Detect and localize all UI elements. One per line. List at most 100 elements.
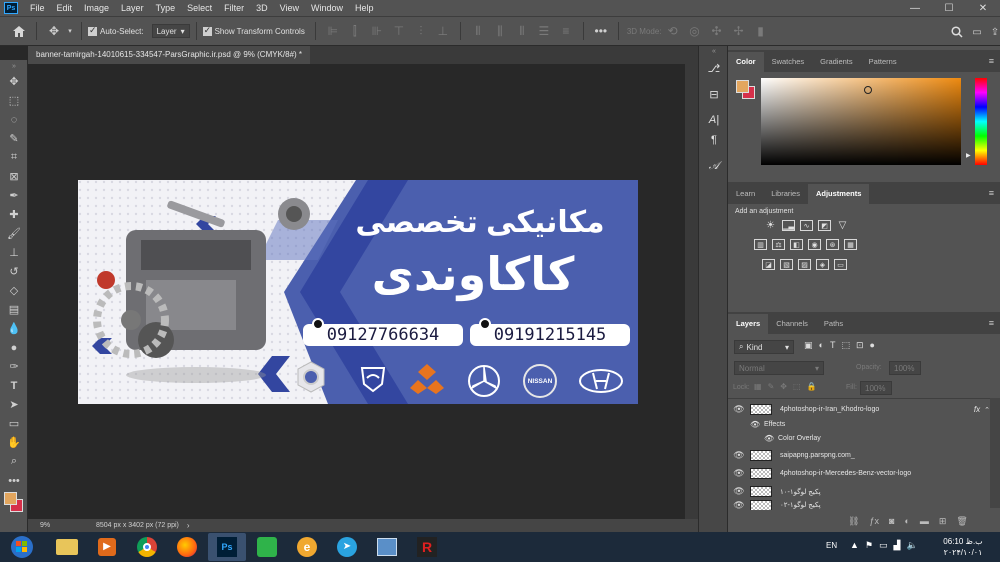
move-tool-icon[interactable]: ✥ xyxy=(0,72,28,91)
gradient-map-icon[interactable]: ▭ xyxy=(834,259,847,270)
lock-image-icon[interactable]: ✎ xyxy=(768,382,775,391)
align-left-icon[interactable]: ⊫ xyxy=(322,20,344,42)
language-indicator[interactable]: EN xyxy=(826,541,837,550)
color-balance-icon[interactable]: ⚖ xyxy=(772,239,785,250)
lasso-tool-icon[interactable]: ◌ xyxy=(0,110,28,129)
layer-name[interactable]: saipapng.parspng.com_ xyxy=(780,452,855,459)
start-button[interactable] xyxy=(4,533,40,561)
threshold-icon[interactable]: ▨ xyxy=(798,259,811,270)
3d-orbit-icon[interactable]: ⟲ xyxy=(662,20,684,42)
layers-scrollbar[interactable] xyxy=(990,398,1000,508)
layer-row[interactable]: 👁 پکیج لوگو۱-۰۲ xyxy=(728,500,990,510)
visibility-eye-icon[interactable]: 👁 xyxy=(728,404,750,415)
layer-row[interactable]: 👁 4photoshop-ir-Mercedes-Benz-vector-log… xyxy=(728,465,990,482)
visibility-eye-icon[interactable]: 👁 xyxy=(728,468,750,479)
menu-window[interactable]: Window xyxy=(305,0,349,16)
tab-swatches[interactable]: Swatches xyxy=(764,52,813,72)
panel-menu-icon[interactable]: ≡ xyxy=(989,56,994,66)
tab-paths[interactable]: Paths xyxy=(816,314,851,334)
tab-learn[interactable]: Learn xyxy=(728,184,763,204)
new-group-icon[interactable]: ▬ xyxy=(920,516,929,527)
zoom-tool-icon[interactable]: ⌕ xyxy=(0,452,28,471)
exposure-icon[interactable]: ◩ xyxy=(818,220,831,231)
chevron-right-icon[interactable]: › xyxy=(187,521,190,530)
photoshop-taskbar-icon[interactable]: Ps xyxy=(208,533,246,561)
pen-tool-icon[interactable]: ✑ xyxy=(0,357,28,376)
frame-tool-icon[interactable]: ⊠ xyxy=(0,167,28,186)
eyedropper-tool-icon[interactable]: ✒ xyxy=(0,186,28,205)
network-app-icon[interactable] xyxy=(368,533,406,561)
distribute-top-icon[interactable]: ☰ xyxy=(533,20,555,42)
minimize-button[interactable]: — xyxy=(898,0,932,16)
add-mask-icon[interactable]: ◙ xyxy=(889,516,894,527)
3d-slide-icon[interactable]: ✢ xyxy=(728,20,750,42)
brightness-contrast-icon[interactable]: ☀ xyxy=(764,220,777,231)
paragraph-panel-icon[interactable]: ¶ xyxy=(699,130,729,150)
more-tools-icon[interactable]: ••• xyxy=(0,471,28,490)
hand-tool-icon[interactable]: ✋ xyxy=(0,433,28,452)
type-tool-icon[interactable]: T xyxy=(0,376,28,395)
menu-view[interactable]: View xyxy=(274,0,305,16)
invert-icon[interactable]: ◪ xyxy=(762,259,775,270)
layer-name[interactable]: پکیج لوگو۱-۰۲ xyxy=(780,501,821,509)
eraser-tool-icon[interactable]: ◇ xyxy=(0,281,28,300)
menu-type[interactable]: Type xyxy=(150,0,182,16)
filter-pixel-icon[interactable]: ▣ xyxy=(804,340,813,351)
color-lookup-icon[interactable]: ▦ xyxy=(844,239,857,250)
tab-adjustments[interactable]: Adjustments xyxy=(807,184,870,204)
visibility-eye-icon[interactable]: 👁 xyxy=(728,450,750,461)
new-adjustment-icon[interactable]: ◐ xyxy=(904,516,909,527)
character-panel-icon[interactable]: A| xyxy=(699,110,729,130)
layer-effects-fx-icon[interactable]: fx xyxy=(974,405,980,414)
red-app-icon[interactable]: R xyxy=(408,533,446,561)
history-brush-tool-icon[interactable]: ↺ xyxy=(0,262,28,281)
panel-menu-icon[interactable]: ≡ xyxy=(989,188,994,198)
network-icon[interactable]: ▟ xyxy=(894,540,901,551)
crop-tool-icon[interactable]: ⌗ xyxy=(0,148,28,167)
glyphs-panel-icon[interactable]: 𝒜 xyxy=(699,156,729,176)
more-options-icon[interactable]: ••• xyxy=(590,20,612,42)
tab-channels[interactable]: Channels xyxy=(768,314,816,334)
align-right-icon[interactable]: ⊪ xyxy=(366,20,388,42)
color-picker-field[interactable] xyxy=(761,78,961,165)
display-icon[interactable]: ▭ xyxy=(879,540,888,551)
collapse-icon[interactable]: « xyxy=(699,46,729,56)
auto-select-target-dropdown[interactable]: Layer ▾ xyxy=(151,24,190,38)
distribute-right-icon[interactable]: ⦀ xyxy=(511,20,533,42)
green-app-icon[interactable] xyxy=(248,533,286,561)
link-layers-icon[interactable]: ⛓ xyxy=(848,516,859,527)
menu-help[interactable]: Help xyxy=(349,0,380,16)
hue-slider[interactable] xyxy=(975,78,987,165)
tab-patterns[interactable]: Patterns xyxy=(861,52,905,72)
layer-filter-dropdown[interactable]: ⌕ Kind ▾ xyxy=(734,340,794,354)
align-center-icon[interactable]: ⫿ xyxy=(344,20,366,42)
visibility-eye-icon[interactable]: 👁 xyxy=(764,434,778,443)
layer-row[interactable]: 👁 پکیج لوگو۱-۱۰ xyxy=(728,483,990,500)
color-picker-cursor[interactable] xyxy=(864,86,872,94)
posterize-icon[interactable]: ▧ xyxy=(780,259,793,270)
brush-tool-icon[interactable]: 🖌 xyxy=(0,224,28,243)
flag-icon[interactable]: ⚑ xyxy=(865,540,873,551)
layer-name[interactable]: 4photoshop-ir-Mercedes-Benz-vector-logo xyxy=(780,470,911,477)
lock-position-icon[interactable]: ✥ xyxy=(780,382,787,391)
show-transform-checkbox[interactable]: Show Transform Controls xyxy=(202,25,305,36)
clone-stamp-tool-icon[interactable]: ⊥ xyxy=(0,243,28,262)
menu-edit[interactable]: Edit xyxy=(51,0,79,16)
volume-icon[interactable]: 🔈 xyxy=(906,540,917,551)
auto-select-checkbox[interactable]: Auto-Select: xyxy=(88,25,144,36)
healing-brush-tool-icon[interactable]: ✚ xyxy=(0,205,28,224)
foreground-color-swatch[interactable] xyxy=(736,80,749,93)
tab-libraries[interactable]: Libraries xyxy=(763,184,808,204)
layer-name[interactable]: پکیج لوگو۱-۱۰ xyxy=(780,488,821,496)
distribute-middle-icon[interactable]: ≡ xyxy=(555,20,577,42)
file-explorer-icon[interactable] xyxy=(48,533,86,561)
dodge-tool-icon[interactable]: ● xyxy=(0,338,28,357)
tray-arrow-icon[interactable]: ▲ xyxy=(850,540,859,551)
visibility-eye-icon[interactable]: 👁 xyxy=(750,420,764,429)
gradient-tool-icon[interactable]: ▤ xyxy=(0,300,28,319)
menu-filter[interactable]: Filter xyxy=(218,0,250,16)
zoom-level[interactable]: 9% xyxy=(40,522,84,529)
menu-file[interactable]: File xyxy=(24,0,51,16)
tab-layers[interactable]: Layers xyxy=(728,314,769,334)
vibrance-icon[interactable]: ▽ xyxy=(836,220,849,231)
